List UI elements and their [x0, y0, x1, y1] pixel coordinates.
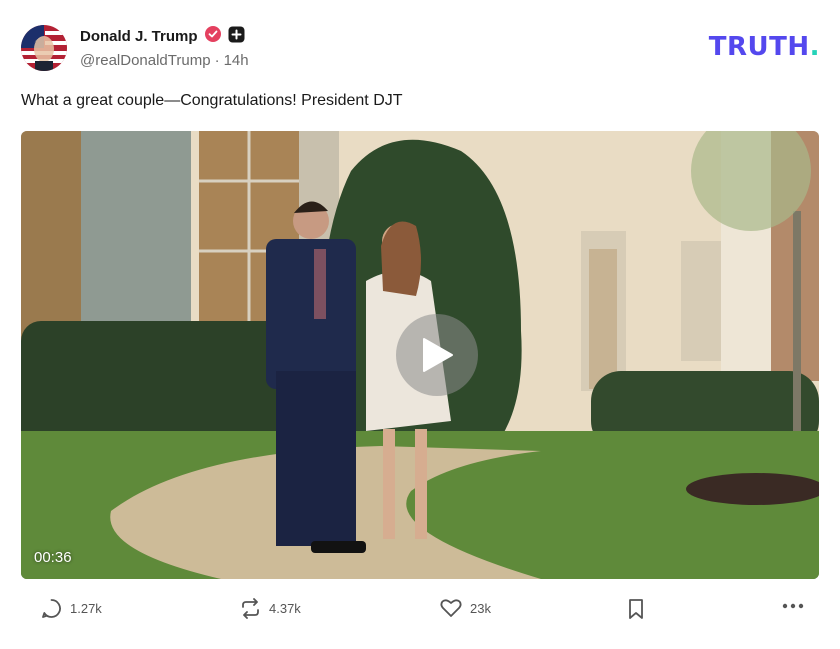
post-text: What a great couple—Congratulations! Pre… [21, 92, 403, 109]
avatar[interactable] [21, 25, 67, 71]
like-count: 23k [470, 600, 491, 616]
post-time[interactable]: 14h [224, 52, 249, 69]
flag-portrait-avatar [21, 25, 67, 71]
more-icon [782, 603, 804, 609]
reply-button[interactable]: 1.27k [41, 598, 102, 619]
author-handle[interactable]: @realDonaldTrump [80, 52, 211, 69]
author-meta: @realDonaldTrump · 14h [80, 52, 249, 69]
author-name[interactable]: Donald J. Trump [80, 28, 198, 45]
video-duration: 00:36 [34, 549, 72, 566]
logo-text: TRUTH [708, 32, 810, 62]
bookmark-button[interactable] [627, 598, 645, 620]
author-row: Donald J. Trump [80, 25, 245, 48]
retruth-count: 4.37k [269, 601, 301, 616]
heart-icon [440, 599, 462, 617]
logo-dot: . [809, 32, 820, 62]
more-button[interactable] [782, 602, 804, 610]
reply-icon [42, 599, 61, 618]
play-button[interactable] [396, 314, 478, 396]
plus-badge-icon [228, 26, 245, 48]
action-bar: 1.27k 4.37k 23k [0, 598, 840, 628]
like-button[interactable]: 23k [440, 598, 491, 618]
video-player[interactable]: 00:36 [21, 131, 819, 579]
bookmark-icon [629, 599, 643, 619]
retruth-icon [242, 598, 259, 619]
verified-badge-icon [204, 25, 222, 48]
truth-logo[interactable]: TRUTH. [709, 32, 820, 62]
retruth-button[interactable]: 4.37k [240, 598, 301, 619]
meta-separator: · [214, 52, 220, 69]
play-icon [423, 338, 453, 372]
reply-count: 1.27k [70, 601, 102, 616]
